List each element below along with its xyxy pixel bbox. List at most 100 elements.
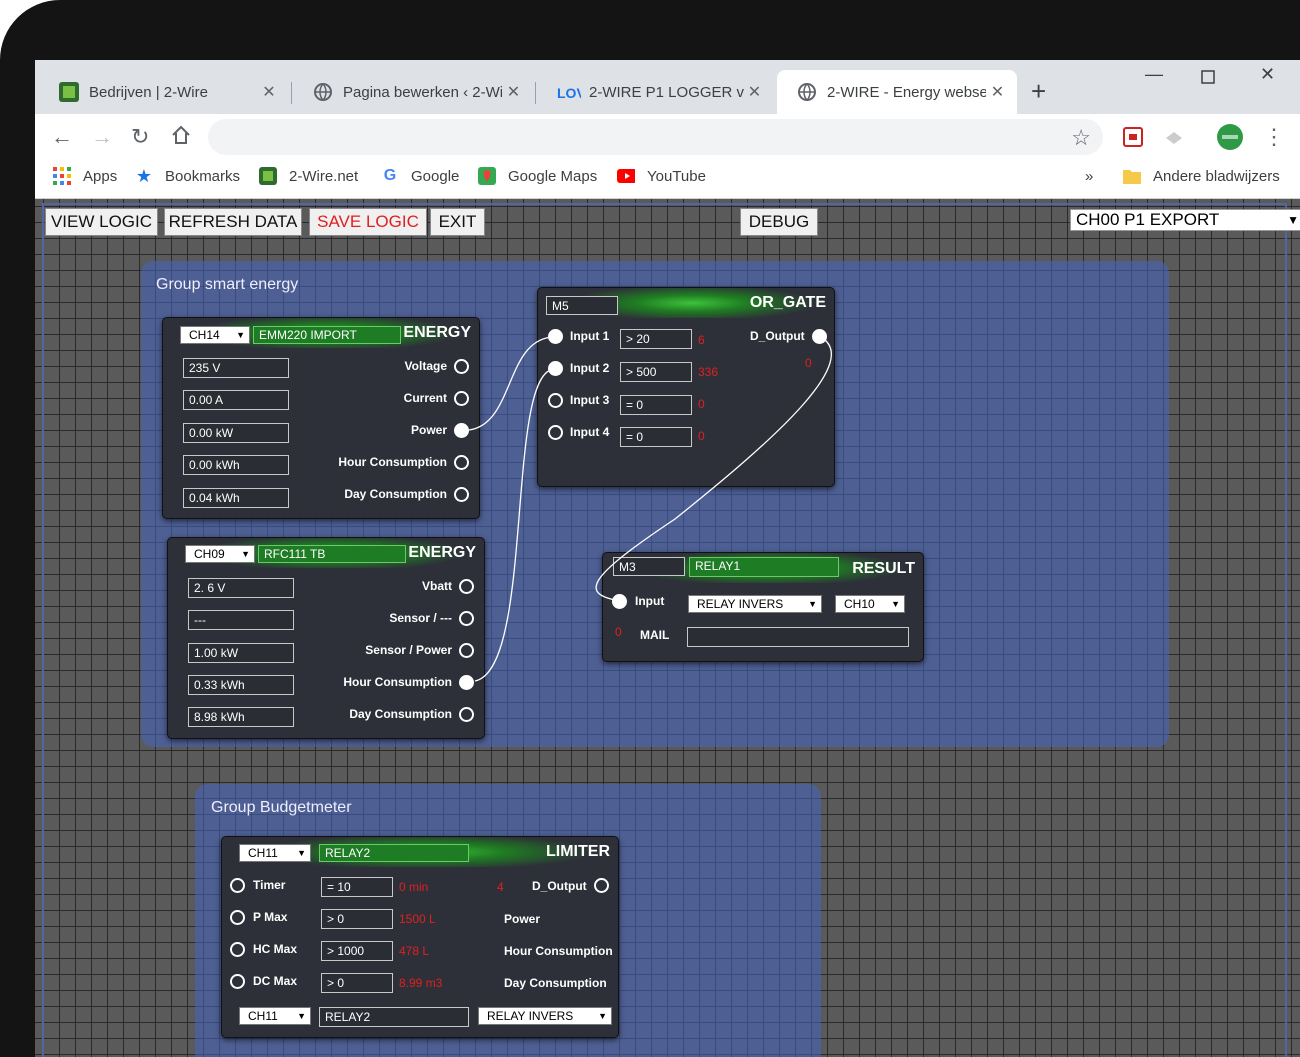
input-port[interactable] (612, 594, 627, 609)
chevron-down-icon: ▼ (241, 549, 250, 559)
close-tab-icon[interactable]: ✕ (502, 82, 525, 102)
forward-icon[interactable]: → (91, 124, 113, 150)
input-port[interactable] (548, 393, 563, 408)
input-port[interactable] (230, 878, 245, 893)
condition-field[interactable]: = 10 (321, 877, 393, 897)
address-bar[interactable]: ☆ (208, 119, 1103, 155)
extension-puzzle-icon[interactable] (1161, 124, 1187, 150)
input-label: Input (635, 594, 665, 608)
output-port[interactable] (459, 579, 474, 594)
exit-button[interactable]: EXIT (430, 208, 485, 236)
input-port[interactable] (230, 910, 245, 925)
close-tab-icon[interactable]: ✕ (986, 82, 1009, 102)
condition-field[interactable]: > 0 (321, 973, 393, 993)
input-port[interactable] (230, 974, 245, 989)
channel-select[interactable]: CH09 ▼ (185, 545, 255, 563)
channel-value: CH14 (189, 328, 220, 342)
node-title: LIMITER (546, 843, 610, 860)
save-logic-button[interactable]: SAVE LOGIC (309, 208, 427, 236)
globe-icon (797, 82, 817, 102)
condition-field[interactable]: > 20 (620, 329, 692, 349)
energy-node-emm220[interactable]: CH14 ▼ EMM220 IMPORT ENERGY 235 V 0.00 A … (162, 317, 480, 519)
or-gate-node[interactable]: M5 OR_GATE Input 1 Input 2 Input 3 Input… (537, 287, 835, 487)
output-port[interactable] (459, 611, 474, 626)
condition-field[interactable]: = 0 (620, 427, 692, 447)
node-name-field[interactable]: RELAY2 (319, 844, 469, 862)
input-port[interactable] (548, 361, 563, 376)
bookmark-youtube[interactable]: YouTube (617, 162, 706, 190)
limiter-node[interactable]: CH11 ▼ RELAY2 LIMITER Timer P Max HC Max … (221, 836, 619, 1038)
menu-dots-icon[interactable]: ⋮ (1263, 124, 1285, 150)
energy-node-rfc111[interactable]: CH09 ▼ RFC111 TB ENERGY 2. 6 V --- 1.00 k… (167, 537, 485, 739)
bookmark-google-maps[interactable]: Google Maps (478, 162, 597, 190)
condition-field[interactable]: = 0 (620, 395, 692, 415)
tab-p1-logger[interactable]: LOVI 2-WIRE P1 LOGGER v19. ✕ (537, 70, 773, 114)
channel-select[interactable]: CH14 ▼ (180, 326, 250, 344)
home-icon[interactable] (171, 124, 191, 152)
tab-title: Pagina bewerken ‹ 2-Wir (343, 83, 502, 101)
output-port[interactable] (459, 707, 474, 722)
back-icon[interactable]: ← (51, 124, 73, 150)
profile-avatar-icon[interactable] (1216, 123, 1243, 150)
bookmarks-overflow-chevron[interactable]: » (1085, 162, 1093, 190)
condition-field[interactable]: > 500 (620, 362, 692, 382)
new-tab-icon[interactable]: + (1031, 78, 1046, 104)
input-port[interactable] (230, 942, 245, 957)
channel-select[interactable]: CH10 ▼ (835, 595, 905, 613)
value-field: 0.00 A (183, 390, 289, 410)
output-label: Day Consumption (349, 707, 452, 721)
output-port[interactable] (454, 455, 469, 470)
mail-label: MAIL (640, 628, 670, 642)
logic-editor-canvas[interactable]: VIEW LOGIC REFRESH DATA SAVE LOGIC EXIT … (35, 199, 1300, 1057)
bookmark-star-icon[interactable]: ☆ (1071, 125, 1091, 151)
bookmark-google[interactable]: G Google (381, 162, 460, 190)
footer-name-field[interactable]: RELAY2 (319, 1007, 469, 1027)
close-tab-icon[interactable]: ✕ (744, 82, 765, 102)
node-name-field[interactable]: RELAY1 (689, 557, 839, 577)
channel-select[interactable]: CH00 P1 EXPORT ▼ (1070, 209, 1300, 231)
node-name-field[interactable]: RFC111 TB (258, 545, 406, 563)
limit-reading: 0 min (399, 880, 429, 894)
output-port[interactable] (454, 487, 469, 502)
tab-energy-webserver[interactable]: 2-WIRE - Energy webser ✕ (777, 70, 1017, 114)
output-label: Power (410, 423, 447, 437)
channel-select[interactable]: CH11 ▼ (239, 844, 311, 862)
close-tab-icon[interactable]: ✕ (257, 82, 281, 102)
output-port[interactable] (454, 391, 469, 406)
minimize-icon[interactable]: — (1145, 64, 1163, 85)
lovi-favicon: LOVI (557, 82, 590, 102)
bookmark-other[interactable]: Andere bladwijzers (1123, 162, 1280, 190)
refresh-data-button[interactable]: REFRESH DATA (164, 208, 302, 236)
input-port[interactable] (548, 425, 563, 440)
output-port[interactable] (812, 329, 827, 344)
module-id-field[interactable]: M5 (546, 296, 618, 315)
tab-bedrijven[interactable]: Bedrijven | 2-Wire ✕ (39, 70, 289, 114)
output-port[interactable] (459, 675, 474, 690)
footer-relay-mode-select[interactable]: RELAY INVERS ▼ (478, 1007, 612, 1025)
bookmark-2wire[interactable]: 2-Wire.net (259, 162, 358, 190)
debug-button[interactable]: DEBUG (740, 208, 818, 236)
close-window-icon[interactable]: ✕ (1260, 64, 1275, 85)
output-port[interactable] (454, 359, 469, 374)
condition-field[interactable]: > 1000 (321, 941, 393, 961)
output-port[interactable] (594, 878, 609, 893)
module-id-field[interactable]: M3 (613, 557, 685, 576)
bookmark-bookmarks[interactable]: ★ Bookmarks (135, 162, 240, 190)
output-port[interactable] (454, 423, 469, 438)
footer-channel-select[interactable]: CH11 ▼ (239, 1007, 311, 1025)
result-node[interactable]: M3 RELAY1 RESULT Input RELAY INVERS ▼ CH1… (602, 552, 924, 662)
output-port[interactable] (459, 643, 474, 658)
reload-icon[interactable]: ↻ (131, 124, 149, 150)
relay-mode-select[interactable]: RELAY INVERS ▼ (688, 595, 822, 613)
output-label: Hour Consumption (338, 455, 447, 469)
node-name-field[interactable]: EMM220 IMPORT (253, 326, 401, 344)
tab-separator (535, 82, 536, 104)
input-port[interactable] (548, 329, 563, 344)
tab-pagina-bewerken[interactable]: Pagina bewerken ‹ 2-Wir ✕ (293, 70, 533, 114)
mail-field[interactable] (687, 627, 909, 647)
extension-shield-icon[interactable] (1120, 124, 1146, 150)
maximize-icon[interactable] (1201, 68, 1215, 89)
bookmark-apps[interactable]: Apps (53, 162, 117, 190)
condition-field[interactable]: > 0 (321, 909, 393, 929)
view-logic-button[interactable]: VIEW LOGIC (45, 208, 158, 236)
